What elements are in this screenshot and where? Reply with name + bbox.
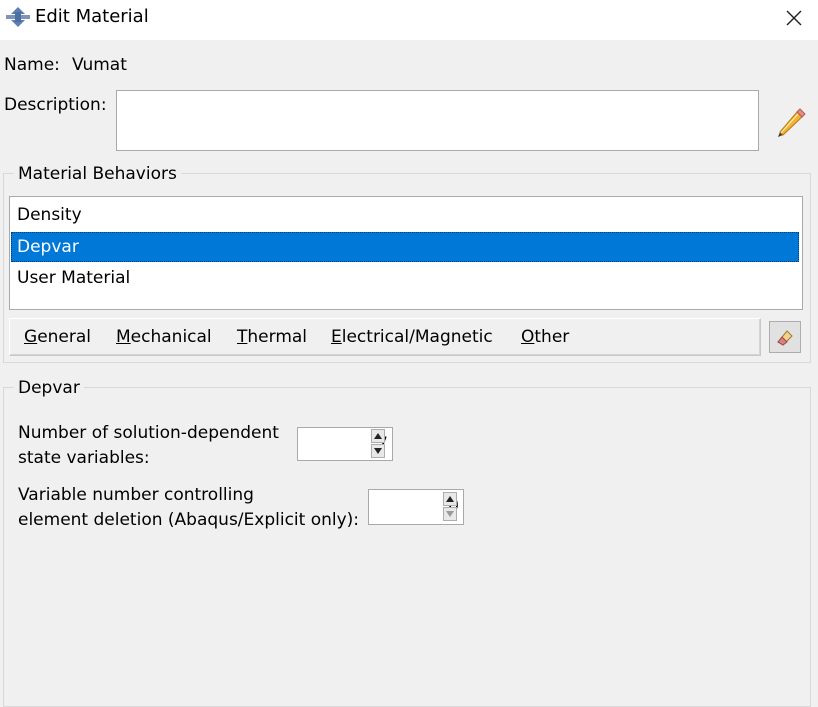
deletion-spin-up[interactable]: [443, 492, 457, 506]
behaviors-list[interactable]: Density Depvar User Material: [9, 196, 803, 310]
num-vars-spin-down[interactable]: [371, 444, 385, 458]
material-behaviors-legend: Material Behaviors: [14, 164, 181, 184]
material-name: Vumat: [72, 55, 127, 75]
list-item-density[interactable]: Density: [11, 200, 799, 230]
window-title: Edit Material: [35, 6, 149, 27]
menu-thermal[interactable]: Thermal: [237, 327, 307, 347]
description-label: Description:: [4, 95, 107, 115]
behavior-menu-bar: General Mechanical Thermal Electrical/Ma…: [9, 318, 761, 356]
delete-behavior-button[interactable]: [769, 321, 801, 353]
material-app-icon: [6, 7, 30, 27]
close-icon: [786, 10, 802, 26]
arrow-up-icon: [374, 433, 382, 439]
arrow-up-icon: [446, 496, 454, 502]
deletion-label-line2: element deletion (Abaqus/Explicit only):: [18, 510, 360, 530]
menu-mechanical[interactable]: Mechanical: [116, 327, 212, 347]
name-label: Name:: [4, 55, 60, 75]
depvar-legend: Depvar: [14, 378, 84, 398]
menu-general[interactable]: General: [24, 327, 91, 347]
pencil-icon[interactable]: [772, 104, 808, 138]
list-item-depvar[interactable]: Depvar: [11, 232, 799, 262]
deletion-label-line1: Variable number controlling: [18, 485, 254, 505]
num-vars-label-line1: Number of solution-dependent: [18, 423, 279, 443]
menu-electrical-magnetic[interactable]: Electrical/Magnetic: [331, 327, 493, 347]
eraser-icon: [777, 330, 793, 346]
title-bar: Edit Material: [0, 0, 818, 40]
num-vars-spin-up[interactable]: [371, 429, 385, 443]
close-button[interactable]: [778, 3, 810, 33]
deletion-spin-down[interactable]: [443, 507, 457, 521]
arrow-down-icon: [446, 511, 454, 517]
arrow-down-icon: [374, 448, 382, 454]
menu-other[interactable]: Other: [521, 327, 569, 347]
list-item-user-material[interactable]: User Material: [11, 263, 799, 293]
num-vars-label-line2: state variables:: [18, 448, 150, 468]
description-field[interactable]: [116, 90, 759, 151]
